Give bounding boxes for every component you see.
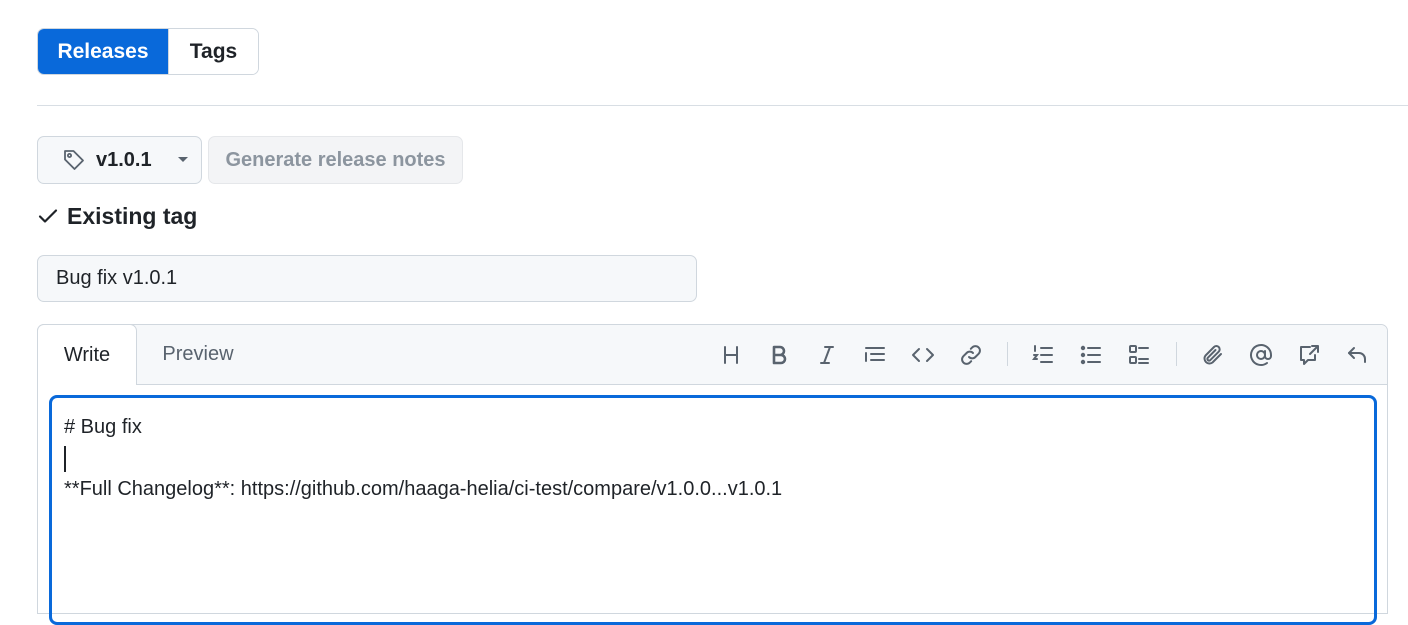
tags-tab[interactable]: Tags — [168, 29, 258, 74]
generate-release-notes-button[interactable]: Generate release notes — [208, 136, 463, 184]
check-icon — [37, 205, 59, 227]
unordered-list-icon[interactable] — [1078, 342, 1104, 368]
release-notes-editor: Write Preview # Bug fix **Full Changelog… — [37, 324, 1388, 625]
cross-reference-icon[interactable] — [1296, 342, 1322, 368]
mention-icon[interactable] — [1248, 342, 1274, 368]
tab-preview[interactable]: Preview — [138, 325, 258, 384]
text-cursor — [64, 445, 66, 472]
release-notes-textarea[interactable]: # Bug fix **Full Changelog**: https://gi… — [49, 395, 1377, 625]
tag-select-button[interactable]: v1.0.1 — [37, 136, 202, 184]
heading-icon[interactable] — [718, 342, 744, 368]
task-list-icon[interactable] — [1126, 342, 1152, 368]
ordered-list-icon[interactable] — [1030, 342, 1056, 368]
editor-header: Write Preview — [37, 324, 1387, 385]
release-title-input[interactable] — [37, 255, 697, 302]
section-divider — [37, 105, 1408, 106]
bold-icon[interactable] — [766, 342, 792, 368]
editor-line: # Bug fix — [64, 416, 142, 438]
existing-tag-status: Existing tag — [37, 200, 197, 232]
paperclip-icon[interactable] — [1200, 342, 1226, 368]
caret-down-icon — [176, 155, 190, 165]
existing-tag-label: Existing tag — [67, 202, 198, 229]
link-icon[interactable] — [958, 342, 984, 368]
editor-line: **Full Changelog**: https://github.com/h… — [64, 478, 783, 500]
releases-tab[interactable]: Releases — [38, 29, 168, 74]
quote-icon[interactable] — [862, 342, 888, 368]
toolbar-separator — [1007, 342, 1008, 366]
tab-write[interactable]: Write — [37, 324, 137, 385]
toolbar-separator — [1176, 342, 1177, 366]
tag-select-label: v1.0.1 — [96, 148, 152, 171]
undo-icon[interactable] — [1344, 342, 1370, 368]
code-icon[interactable] — [910, 342, 936, 368]
tag-icon — [62, 148, 86, 172]
releases-tags-toggle: Releases Tags — [37, 28, 259, 75]
italic-icon[interactable] — [814, 342, 840, 368]
editor-line-cursor — [64, 443, 1362, 474]
